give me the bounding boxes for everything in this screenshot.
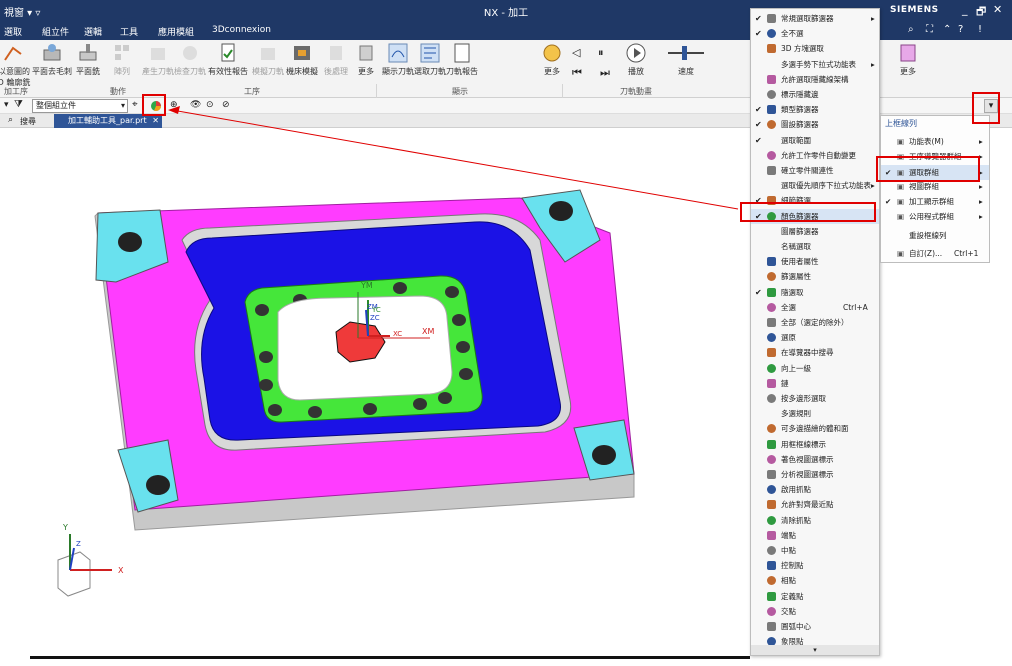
annotation-arrow	[168, 106, 739, 210]
status-bar	[30, 656, 750, 659]
